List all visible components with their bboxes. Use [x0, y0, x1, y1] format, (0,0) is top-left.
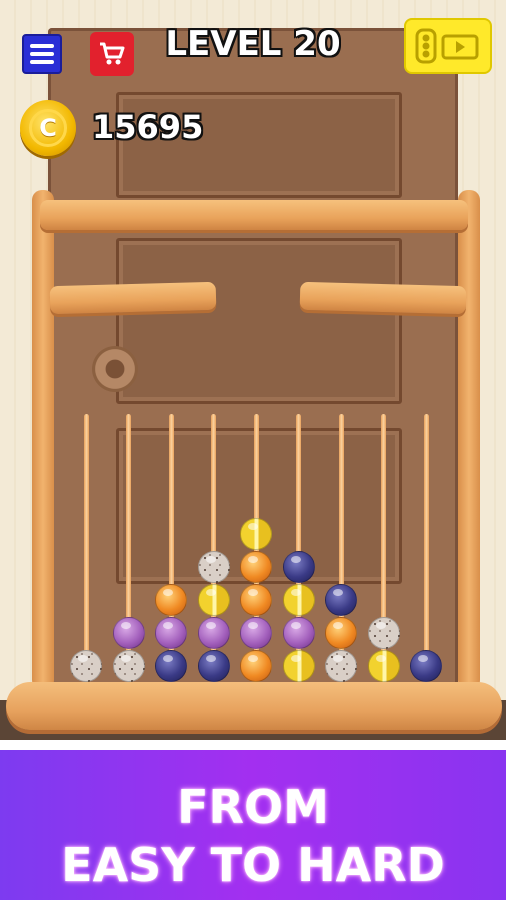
ball-navy[interactable] [155, 650, 187, 682]
coin-symbol: C [29, 109, 67, 147]
ball-yellow[interactable] [367, 650, 400, 682]
ball-navy[interactable] [410, 650, 442, 682]
ball-stone[interactable] [325, 650, 357, 682]
ball-yellow[interactable] [240, 518, 272, 550]
ball-orange[interactable] [240, 551, 272, 583]
coin-balance: 15695 [92, 108, 204, 146]
rod-9[interactable] [423, 414, 429, 676]
ball-stone[interactable] [197, 551, 230, 583]
rack-post-left [32, 190, 54, 690]
rack-top-plank [40, 200, 468, 230]
door-panel [116, 238, 402, 404]
ball-orange[interactable] [240, 650, 272, 682]
shelf-right [299, 281, 467, 315]
coin-icon: C [20, 100, 76, 156]
ball-purple[interactable] [240, 617, 272, 649]
ball-stone[interactable] [367, 617, 400, 649]
door-knob [92, 346, 138, 392]
ball-stone[interactable] [112, 650, 145, 682]
ball-orange[interactable] [325, 617, 357, 649]
ball-orange[interactable] [155, 584, 187, 616]
ball-purple[interactable] [155, 617, 187, 649]
ball-yellow[interactable] [282, 584, 315, 616]
ball-navy[interactable] [325, 584, 357, 616]
promo-banner: FROM EASY TO HARD [0, 740, 506, 900]
ball-navy[interactable] [282, 551, 315, 583]
ball-yellow[interactable] [197, 584, 230, 616]
video-reward-button[interactable] [404, 18, 492, 74]
ball-orange[interactable] [240, 584, 272, 616]
ball-purple[interactable] [282, 617, 315, 649]
video-reward-icon [415, 28, 479, 64]
rack-base [6, 682, 502, 730]
rod-1[interactable] [83, 414, 89, 676]
ball-navy[interactable] [197, 650, 230, 682]
ball-purple[interactable] [112, 617, 145, 649]
ball-stone[interactable] [70, 650, 102, 682]
ball-yellow[interactable] [282, 650, 315, 682]
ball-purple[interactable] [197, 617, 230, 649]
rack-post-right [458, 190, 480, 690]
banner-line-1: FROM [177, 780, 329, 834]
shelf-left [49, 281, 217, 315]
banner-line-2: EASY TO HARD [61, 838, 445, 892]
